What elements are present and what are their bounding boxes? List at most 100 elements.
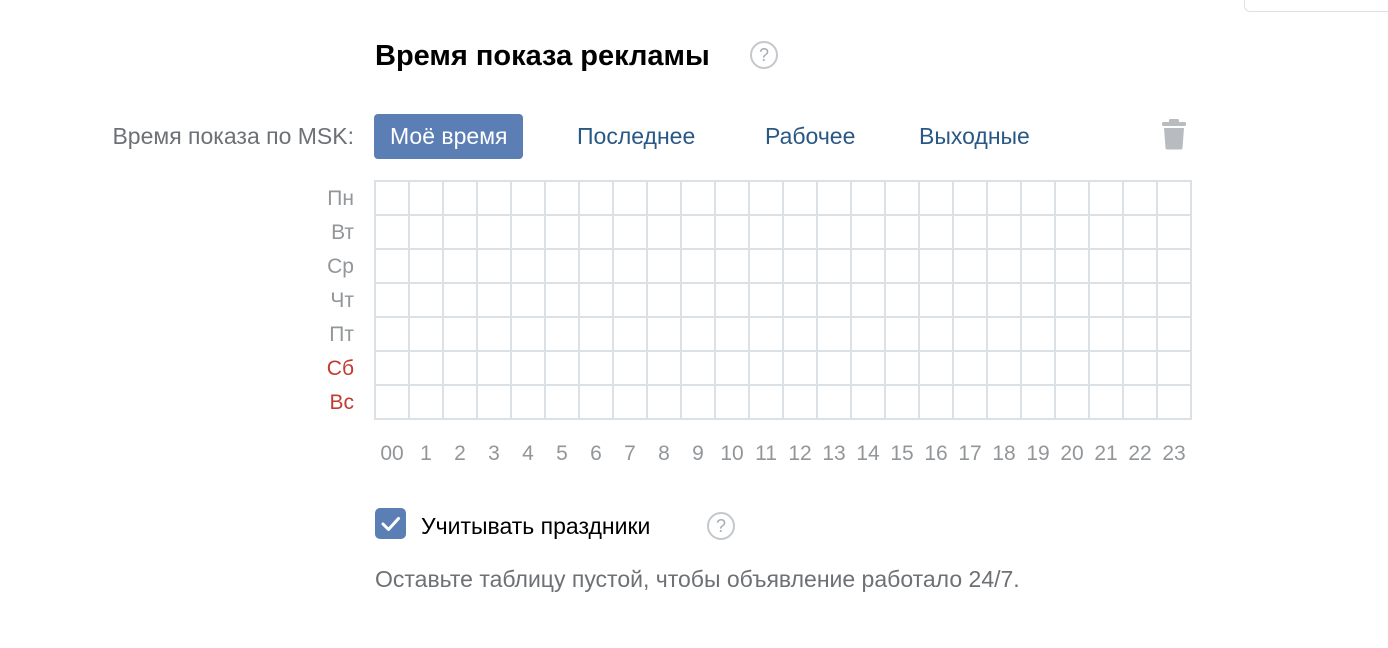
schedule-cell[interactable] [1090,216,1124,250]
schedule-cell[interactable] [1056,284,1090,318]
schedule-cell[interactable] [818,250,852,284]
schedule-cell[interactable] [920,318,954,352]
schedule-cell[interactable] [478,182,512,216]
schedule-cell[interactable] [546,386,580,420]
schedule-cell[interactable] [546,352,580,386]
schedule-cell[interactable] [954,284,988,318]
schedule-cell[interactable] [818,318,852,352]
schedule-cell[interactable] [750,386,784,420]
schedule-cell[interactable] [852,250,886,284]
schedule-cell[interactable] [716,182,750,216]
schedule-cell[interactable] [512,352,546,386]
schedule-cell[interactable] [580,182,614,216]
schedule-cell[interactable] [1022,216,1056,250]
schedule-cell[interactable] [410,216,444,250]
schedule-cell[interactable] [1090,352,1124,386]
schedule-cell[interactable] [988,250,1022,284]
schedule-cell[interactable] [444,352,478,386]
schedule-cell[interactable] [1056,216,1090,250]
schedule-cell[interactable] [648,284,682,318]
schedule-cell[interactable] [852,318,886,352]
schedule-cell[interactable] [784,250,818,284]
schedule-cell[interactable] [478,386,512,420]
schedule-cell[interactable] [444,250,478,284]
schedule-cell[interactable] [1124,284,1158,318]
schedule-cell[interactable] [1090,386,1124,420]
schedule-cell[interactable] [920,216,954,250]
schedule-cell[interactable] [1056,318,1090,352]
schedule-cell[interactable] [1022,182,1056,216]
preset-workdays-button[interactable]: Рабочее [749,114,871,159]
schedule-cell[interactable] [444,182,478,216]
schedule-cell[interactable] [954,250,988,284]
schedule-cell[interactable] [784,216,818,250]
schedule-cell[interactable] [580,284,614,318]
schedule-cell[interactable] [920,182,954,216]
schedule-cell[interactable] [444,386,478,420]
schedule-cell[interactable] [818,216,852,250]
schedule-cell[interactable] [410,250,444,284]
schedule-cell[interactable] [1124,216,1158,250]
holidays-checkbox[interactable] [375,508,406,539]
schedule-cell[interactable] [410,318,444,352]
schedule-cell[interactable] [1158,386,1192,420]
schedule-cell[interactable] [920,250,954,284]
schedule-cell[interactable] [750,284,784,318]
schedule-cell[interactable] [546,250,580,284]
schedule-cell[interactable] [818,182,852,216]
schedule-cell[interactable] [546,216,580,250]
schedule-cell[interactable] [784,352,818,386]
schedule-cell[interactable] [1158,284,1192,318]
schedule-cell[interactable] [648,216,682,250]
schedule-cell[interactable] [1022,352,1056,386]
schedule-cell[interactable] [1056,182,1090,216]
preset-weekends-button[interactable]: Выходные [903,114,1046,159]
schedule-cell[interactable] [546,284,580,318]
schedule-cell[interactable] [852,284,886,318]
schedule-cell[interactable] [648,250,682,284]
schedule-cell[interactable] [410,284,444,318]
schedule-cell[interactable] [886,250,920,284]
schedule-cell[interactable] [1022,284,1056,318]
schedule-cell[interactable] [478,318,512,352]
schedule-cell[interactable] [988,284,1022,318]
preset-my-time-button[interactable]: Моё время [374,114,524,159]
schedule-cell[interactable] [1124,250,1158,284]
schedule-cell[interactable] [376,284,410,318]
schedule-cell[interactable] [614,284,648,318]
schedule-cell[interactable] [1124,386,1158,420]
schedule-cell[interactable] [648,182,682,216]
schedule-cell[interactable] [750,216,784,250]
schedule-cell[interactable] [886,182,920,216]
schedule-cell[interactable] [376,318,410,352]
schedule-cell[interactable] [1056,352,1090,386]
schedule-cell[interactable] [1090,318,1124,352]
schedule-cell[interactable] [648,386,682,420]
schedule-cell[interactable] [886,386,920,420]
question-icon[interactable]: ? [750,41,778,69]
schedule-cell[interactable] [682,182,716,216]
schedule-cell[interactable] [1056,386,1090,420]
schedule-cell[interactable] [648,352,682,386]
schedule-cell[interactable] [512,318,546,352]
schedule-cell[interactable] [580,386,614,420]
schedule-cell[interactable] [478,216,512,250]
schedule-cell[interactable] [614,386,648,420]
schedule-cell[interactable] [988,182,1022,216]
schedule-cell[interactable] [954,182,988,216]
schedule-grid[interactable] [374,180,1192,420]
schedule-cell[interactable] [512,386,546,420]
schedule-cell[interactable] [954,318,988,352]
schedule-cell[interactable] [1158,182,1192,216]
holidays-checkbox-label[interactable]: Учитывать праздники [421,512,650,540]
schedule-cell[interactable] [512,216,546,250]
schedule-cell[interactable] [716,250,750,284]
schedule-cell[interactable] [410,386,444,420]
schedule-cell[interactable] [410,352,444,386]
schedule-cell[interactable] [1022,386,1056,420]
schedule-cell[interactable] [1056,250,1090,284]
schedule-cell[interactable] [818,386,852,420]
schedule-cell[interactable] [512,250,546,284]
schedule-cell[interactable] [1158,250,1192,284]
schedule-cell[interactable] [886,318,920,352]
